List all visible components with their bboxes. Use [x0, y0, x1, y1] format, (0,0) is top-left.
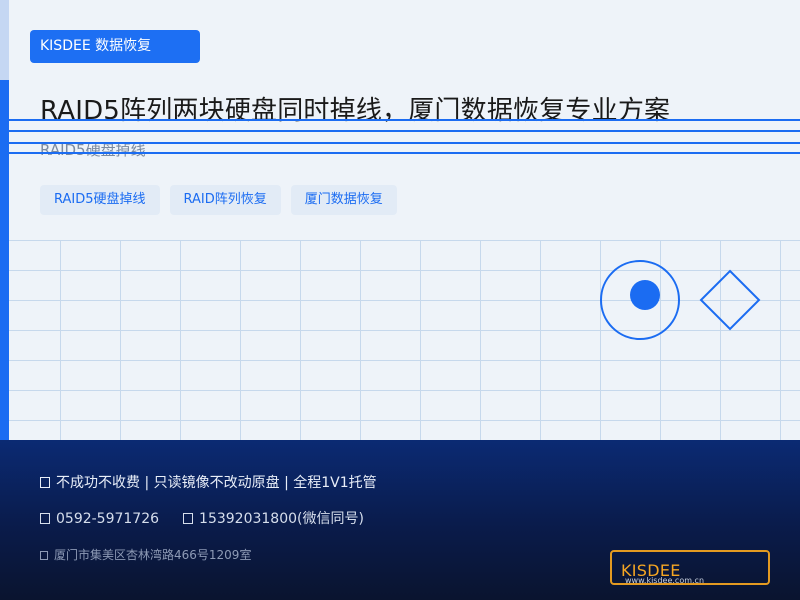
- page-title: RAID5阵列两块硬盘同时掉线，厦门数据恢复专业方案: [40, 96, 671, 126]
- phone-icon: [40, 513, 50, 524]
- target-dot-icon: [630, 280, 660, 310]
- brand-tag: KISDEE 数据恢复: [30, 30, 200, 63]
- address-line: 厦门市集美区杏林湾路466号1209室: [40, 546, 251, 563]
- location-pin-icon: [40, 551, 48, 560]
- contact-line: 0592-5971726 15392031800(微信同号): [40, 508, 364, 528]
- grid-left-accent: [0, 240, 9, 440]
- mobile-number[interactable]: 15392031800(微信同号): [199, 511, 364, 527]
- phone-number[interactable]: 0592-5971726: [56, 511, 159, 527]
- address-text: 厦门市集美区杏林湾路466号1209室: [54, 548, 252, 562]
- mobile-icon: [183, 513, 194, 524]
- diamond-icon: [699, 269, 761, 331]
- promise-line: 不成功不收费 | 只读镜像不改动原盘 | 全程1V1托管: [40, 472, 377, 492]
- decorative-shapes: [600, 260, 761, 340]
- subtitle: RAID5硬盘掉线: [40, 141, 146, 159]
- tag-raid5-drive-offline[interactable]: RAID5硬盘掉线: [40, 185, 160, 215]
- tag-xiamen-data-recovery[interactable]: 厦门数据恢复: [290, 185, 397, 215]
- promise-text: 不成功不收费 | 只读镜像不改动原盘 | 全程1V1托管: [56, 475, 377, 491]
- logo-url: www.kisdee.com.cn: [625, 576, 705, 585]
- kisdee-logo: KISDEE www.kisdee.com.cn: [610, 550, 770, 585]
- check-icon: [40, 477, 50, 488]
- tag-raid-array-recovery[interactable]: RAID阵列恢复: [169, 185, 281, 215]
- brand-tag-label: KISDEE 数据恢复: [40, 38, 152, 54]
- tag-list: RAID5硬盘掉线 RAID阵列恢复 厦门数据恢复: [40, 185, 397, 215]
